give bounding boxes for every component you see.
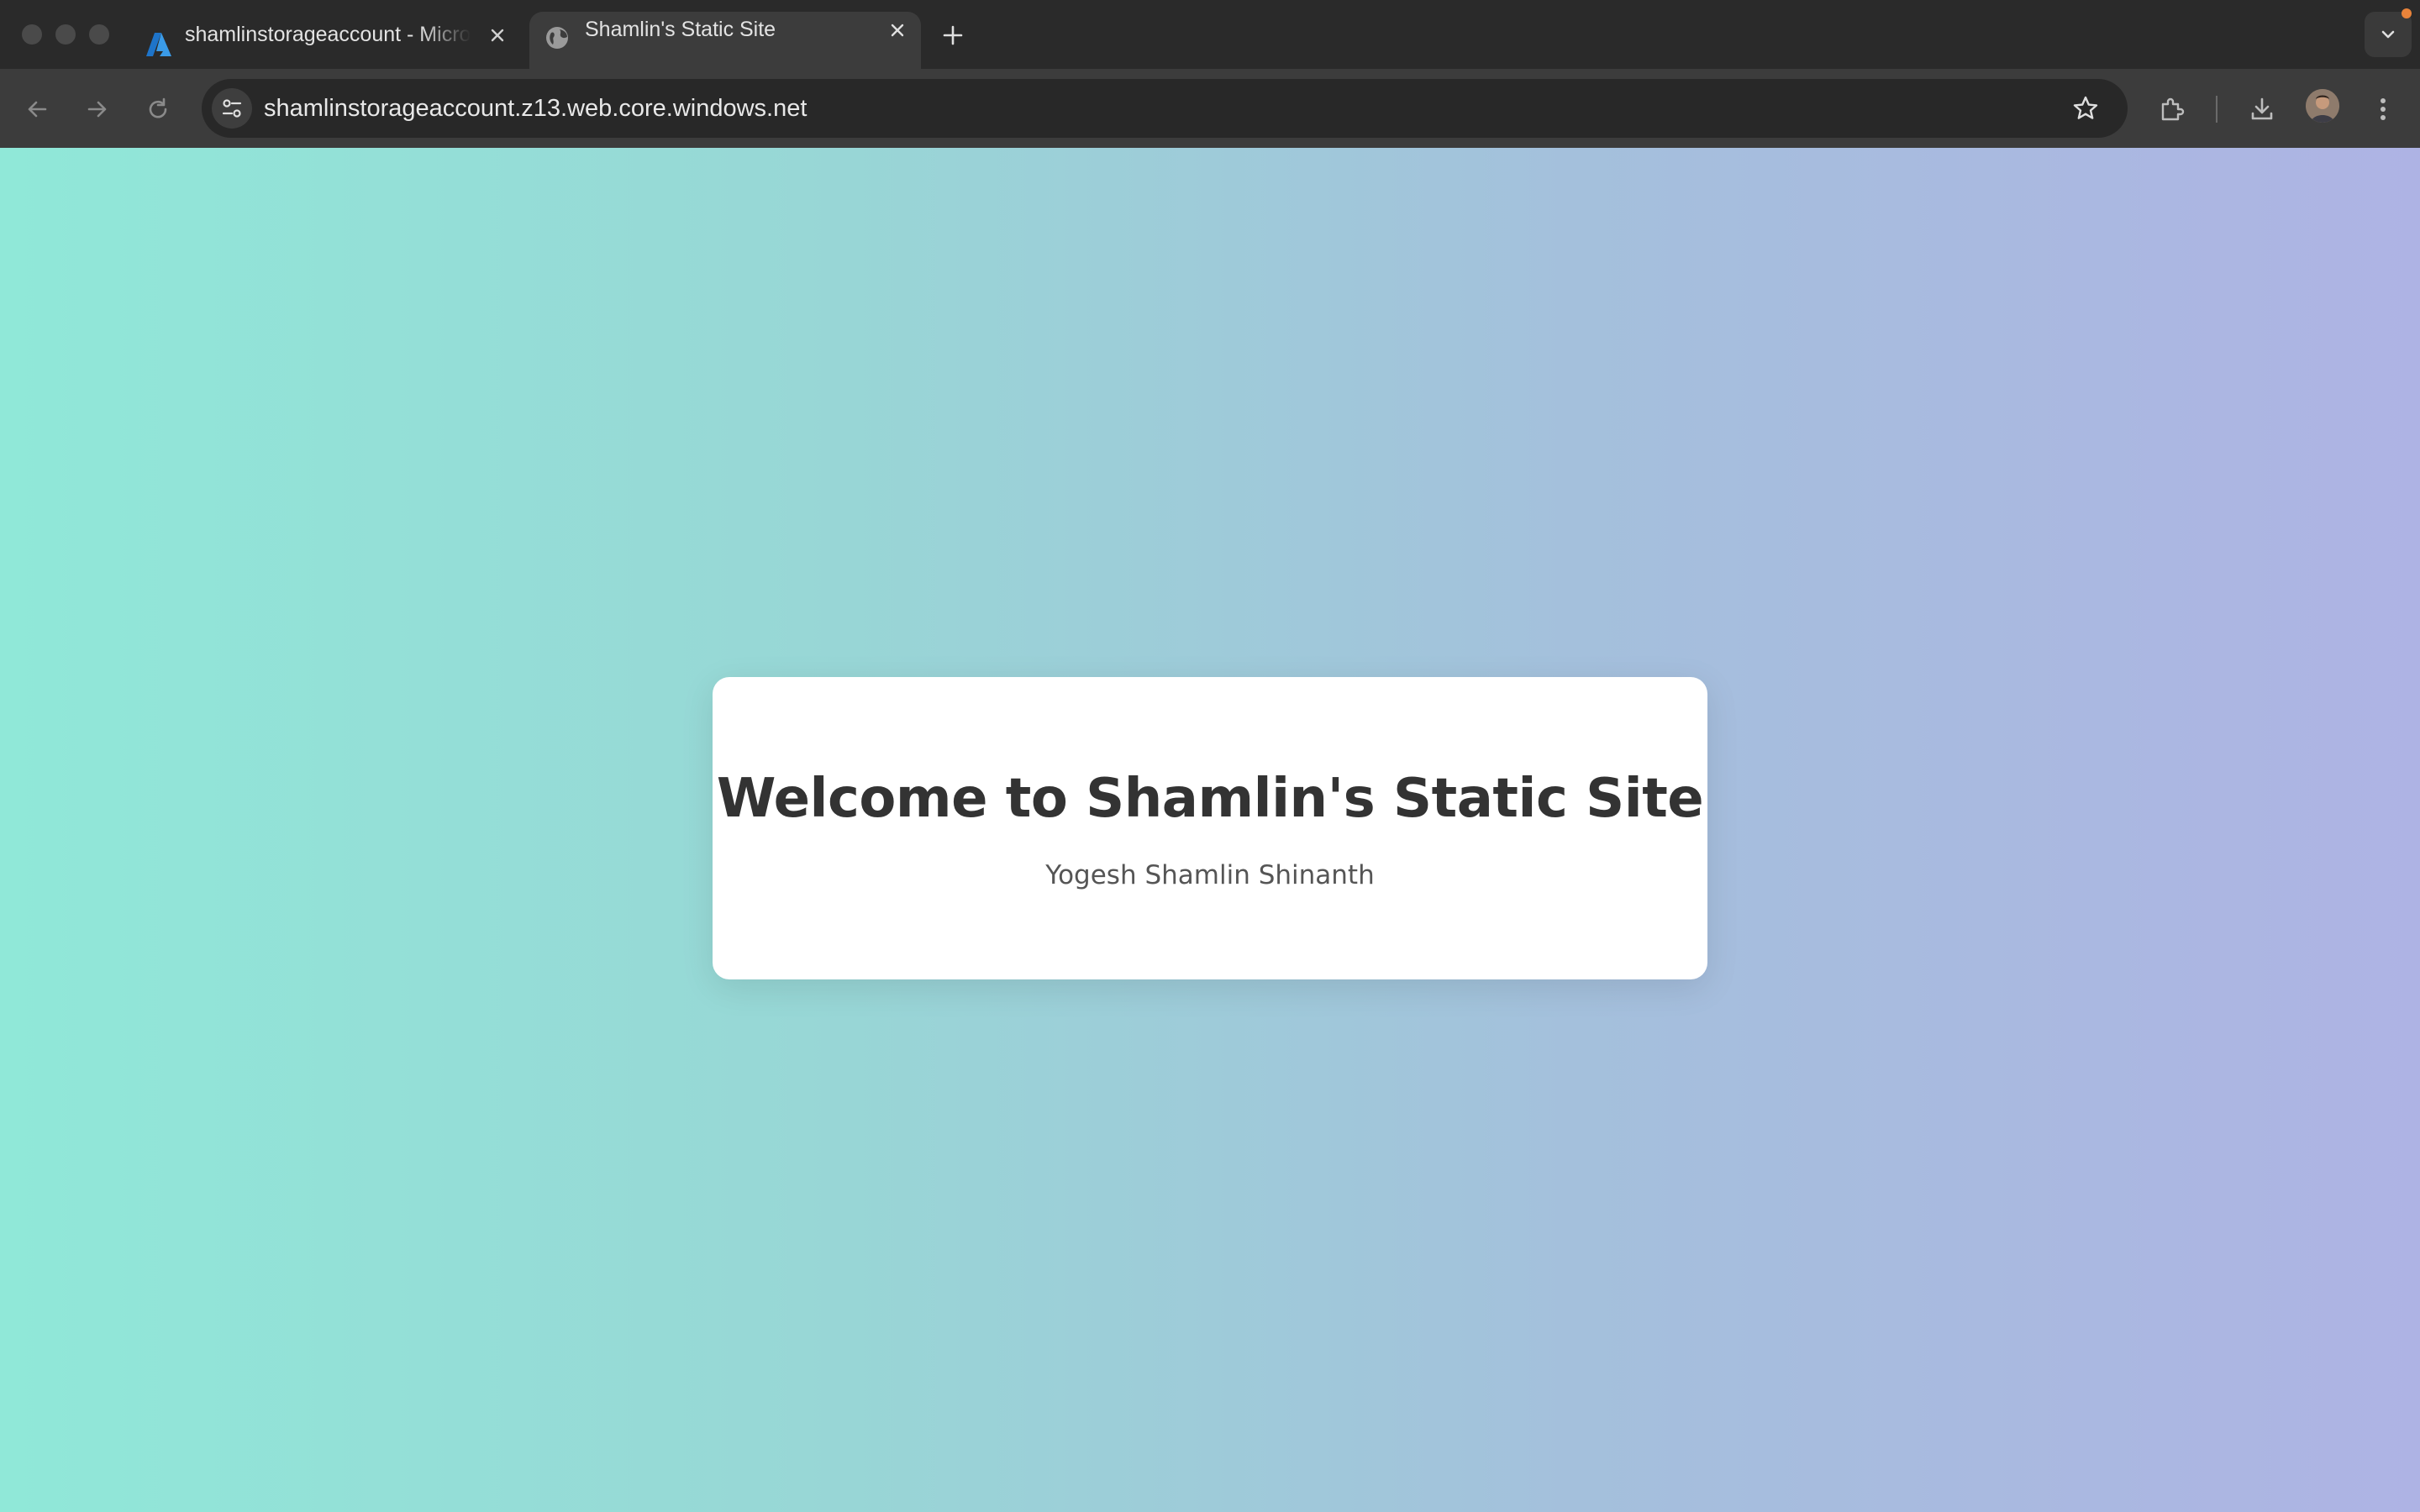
update-badge bbox=[2402, 8, 2412, 18]
reload-icon bbox=[149, 97, 167, 118]
site-info-icon[interactable] bbox=[212, 88, 252, 129]
forward-icon bbox=[87, 101, 107, 118]
new-tab-button[interactable] bbox=[933, 18, 973, 52]
menu-icon[interactable] bbox=[2363, 89, 2403, 129]
browser-toolbar: shamlinstorageaccount.z13.web.core.windo… bbox=[0, 69, 2420, 148]
chevron-down-icon bbox=[2381, 30, 2395, 39]
profile-avatar[interactable] bbox=[2306, 89, 2339, 123]
welcome-card: Welcome to Shamlin's Static Site Yogesh … bbox=[713, 677, 1707, 979]
globe-icon bbox=[544, 25, 573, 54]
close-tab-icon[interactable] bbox=[482, 20, 513, 50]
tab-title: Shamlin's Static Site bbox=[585, 18, 776, 41]
forward-button[interactable] bbox=[77, 89, 118, 129]
tab-azure-portal[interactable]: shamlinstorageaccount - Microsoft Azure bbox=[134, 12, 521, 69]
page-viewport: Welcome to Shamlin's Static Site Yogesh … bbox=[0, 148, 2420, 1512]
page-title: Welcome to Shamlin's Static Site bbox=[716, 768, 1704, 830]
azure-logo-icon bbox=[145, 30, 173, 59]
bookmark-star-icon[interactable] bbox=[2067, 90, 2104, 127]
author-name: Yogesh Shamlin Shinanth bbox=[1045, 860, 1375, 890]
tab-static-site[interactable]: Shamlin's Static Site bbox=[529, 12, 921, 69]
toolbar-divider bbox=[2216, 96, 2217, 123]
browser-tab-strip: shamlinstorageaccount - Microsoft Azure … bbox=[0, 0, 2420, 69]
extensions-icon[interactable] bbox=[2151, 89, 2191, 129]
back-icon bbox=[28, 101, 47, 118]
plus-icon bbox=[943, 25, 963, 45]
close-tab-icon[interactable] bbox=[882, 15, 913, 45]
window-zoom-button[interactable] bbox=[89, 24, 109, 45]
window-close-button[interactable] bbox=[22, 24, 42, 45]
reload-button[interactable] bbox=[138, 89, 178, 129]
address-bar[interactable]: shamlinstorageaccount.z13.web.core.windo… bbox=[202, 79, 2128, 138]
download-icon[interactable] bbox=[2242, 89, 2282, 129]
back-button[interactable] bbox=[17, 89, 57, 129]
window-minimize-button[interactable] bbox=[55, 24, 76, 45]
tab-search-button[interactable] bbox=[2365, 12, 2412, 57]
url-text[interactable]: shamlinstorageaccount.z13.web.core.windo… bbox=[264, 79, 807, 138]
